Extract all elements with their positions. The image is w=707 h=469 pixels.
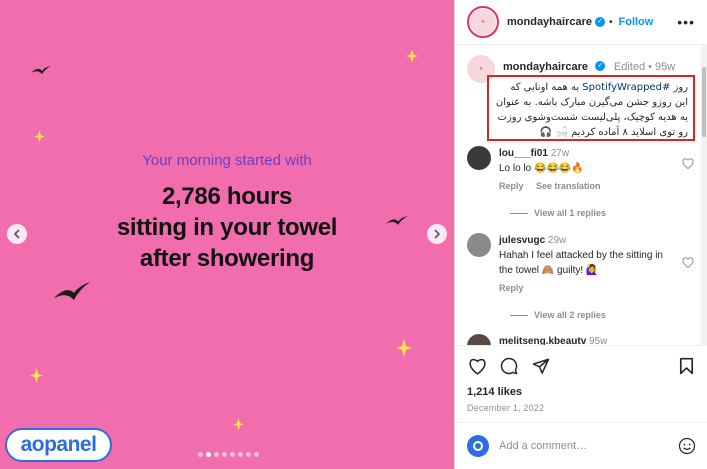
comment-button[interactable] [499,356,519,376]
see-translation-button[interactable]: See translation [536,181,601,191]
sparkle-decoration [30,368,43,383]
comment-actions: Reply See translation [499,181,694,191]
likes-count[interactable]: 1,214 likes [467,386,696,398]
follow-button[interactable]: Follow [619,16,654,28]
paper-plane-icon [532,358,550,374]
user-logo-icon [473,441,483,451]
current-user-avatar [467,435,489,457]
slide-headline: 2,786 hours sitting in your towel after … [0,181,454,274]
commenter-username[interactable]: melitseng.kbeautv [499,336,586,345]
carousel-dot[interactable] [214,452,219,457]
caption-meta: Edited • 95w [613,61,676,73]
post-media: Your morning started with 2,786 hours si… [0,0,454,469]
verified-icon: ✓ [595,60,606,71]
sparkle-decoration [396,338,412,358]
commenter-avatar[interactable] [467,233,491,257]
commenter-avatar[interactable] [467,334,491,345]
comment-time: 29w [547,235,567,246]
comment-item: lou___fi01 27w Lo lo lo 😂😂😂🔥 Reply See t… [467,146,694,191]
more-options-icon[interactable]: ••• [677,14,695,30]
comment-actions: Reply [499,283,694,293]
bookmark-icon [679,357,693,375]
post-date: December 1, 2022 [467,403,545,413]
heart-icon [468,358,486,375]
reply-button[interactable]: Reply [499,283,524,293]
smiley-face-icon[interactable] [678,437,696,455]
share-button[interactable] [531,356,551,376]
bird-decoration [31,66,51,74]
like-button[interactable] [467,356,487,376]
hashtag-link[interactable]: #SpotifyWrapped [582,82,670,93]
carousel-dot[interactable] [198,452,203,457]
comments-list[interactable]: ● mondayhaircare ✓ Edited • 95w روز #Spo… [455,45,707,346]
headline-line: sitting in your towel [116,214,338,241]
verified-icon: ✓ [594,17,605,27]
comment-text: Hahah I feel attacked by the sitting in … [499,250,663,276]
commenter-avatar[interactable] [467,146,491,170]
view-replies-button[interactable]: View all 2 replies [510,310,606,320]
comment-input[interactable] [499,440,678,452]
sparkle-decoration [34,130,45,143]
comment-time: 95w [589,336,608,346]
slide-subtitle: Your morning started with [142,152,312,169]
comment-time: 27w [550,148,570,159]
comment-item: melitseng.kbeautv 95w [467,334,694,346]
carousel-dots [198,452,259,457]
comment-body: julesvugc 29w Hahah I feel attacked by t… [499,233,676,278]
carousel-dot[interactable] [230,452,235,457]
add-comment-bar [455,423,707,469]
sparkle-decoration [406,49,418,63]
dot-separator: • [608,16,613,28]
watermark-text: aopanel [20,433,97,456]
commenter-username[interactable]: lou___fi01 [499,148,548,159]
author-avatar[interactable]: ● [467,6,499,38]
chevron-right-icon [434,229,441,239]
sparkle-decoration [233,418,244,431]
action-icons [467,356,696,376]
heart-icon[interactable] [682,158,694,169]
view-replies-button[interactable]: View all 1 replies [510,208,606,218]
caption-prefix: روز [670,82,689,93]
carousel-dot[interactable] [238,452,243,457]
comment-text: Lo lo lo 😂😂😂🔥 [499,163,584,174]
author-username[interactable]: mondayhaircare [507,16,592,28]
carousel-dot[interactable] [246,452,251,457]
comments-scrollbar[interactable] [701,45,707,346]
bird-decoration [53,281,91,301]
comment-body: lou___fi01 27w Lo lo lo 😂😂😂🔥 [499,146,694,176]
comment-item: julesvugc 29w Hahah I feel attacked by t… [467,233,694,293]
post-viewer: Your morning started with 2,786 hours si… [0,0,707,469]
scrollbar-thumb[interactable] [702,67,706,137]
post-side-panel: ● mondayhaircare ✓ • Follow ••• ● monday… [454,0,707,469]
comment-body: melitseng.kbeautv 95w [499,334,694,346]
headline-line: 2,786 hours [161,183,293,210]
carousel-dot[interactable] [222,452,227,457]
avatar-image: ● [470,9,496,35]
reply-button[interactable]: Reply [499,181,524,191]
action-bar: 1,214 likes December 1, 2022 [455,346,707,423]
headline-line: after showering [139,245,315,272]
heart-icon[interactable] [682,257,694,268]
carousel-dot[interactable] [206,452,211,457]
previous-slide-button[interactable] [7,224,27,244]
post-header: ● mondayhaircare ✓ • Follow ••• [455,0,707,45]
chevron-left-icon [13,229,20,239]
commenter-username[interactable]: julesvugc [499,235,545,246]
caption-text: روز #SpotifyWrapped به همه اونایی که این… [487,75,695,141]
next-slide-button[interactable] [427,224,447,244]
watermark-logo: aopanel [5,428,112,462]
caption-username[interactable]: mondayhaircare [503,61,588,73]
save-button[interactable] [676,356,696,376]
carousel-dot[interactable] [254,452,259,457]
comment-icon [500,357,518,375]
